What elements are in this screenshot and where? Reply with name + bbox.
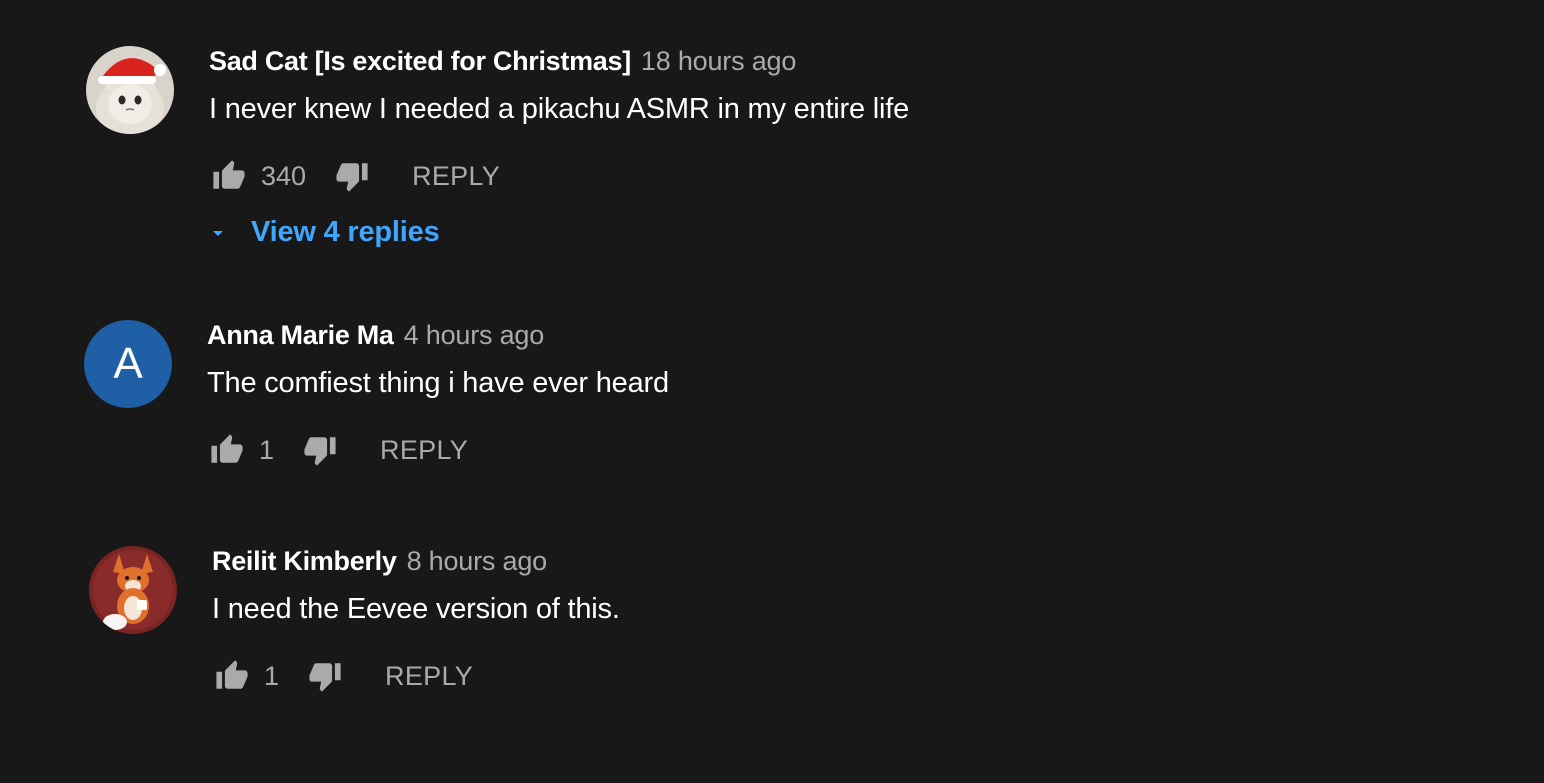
sad-cat-santa-hat-icon	[86, 46, 174, 134]
comment-text: I never knew I needed a pikachu ASMR in …	[209, 93, 910, 125]
comment-author[interactable]: Reilit Kimberly	[212, 546, 397, 577]
comment-author[interactable]: Anna Marie Ma	[207, 320, 394, 351]
like-button[interactable]	[212, 656, 252, 696]
comment-actions: 1 REPLY	[212, 656, 620, 696]
reply-button[interactable]: REPLY	[385, 661, 473, 692]
like-button[interactable]	[209, 156, 249, 196]
thumbs-up-icon	[213, 160, 245, 189]
dislike-button[interactable]	[305, 656, 345, 696]
avatar[interactable]	[86, 46, 174, 134]
thumbs-down-icon	[336, 163, 368, 192]
like-count: 1	[259, 434, 275, 465]
like-count: 1	[264, 660, 280, 691]
thumbs-down-icon	[309, 663, 341, 692]
comment-timestamp[interactable]: 4 hours ago	[404, 320, 545, 351]
avatar[interactable]: A	[84, 320, 172, 408]
comment-actions: 340 REPLY	[209, 156, 909, 196]
comment-text: I need the Eevee version of this.	[212, 593, 620, 625]
comment-timestamp[interactable]: 8 hours ago	[407, 546, 548, 577]
comment-actions: 1 REPLY	[207, 430, 669, 470]
fox-icon	[89, 546, 177, 634]
thumbs-up-icon	[216, 660, 248, 689]
like-count: 340	[261, 160, 307, 191]
reply-button[interactable]: REPLY	[412, 161, 500, 192]
thumbs-down-icon	[304, 437, 336, 466]
avatar-letter: A	[113, 339, 143, 388]
avatar[interactable]	[89, 546, 177, 634]
like-button[interactable]	[207, 430, 247, 470]
comment-text: The comfiest thing i have ever heard	[207, 367, 669, 399]
view-replies-button[interactable]: View 4 replies	[203, 216, 909, 249]
view-replies-label: View 4 replies	[251, 216, 440, 248]
comments-section: Sad Cat [Is excited for Christmas] 18 ho…	[0, 0, 1544, 783]
dislike-button[interactable]	[300, 430, 340, 470]
comment-author[interactable]: Sad Cat [Is excited for Christmas]	[209, 46, 631, 77]
caret-down-icon	[203, 218, 233, 248]
comment-timestamp[interactable]: 18 hours ago	[641, 46, 796, 77]
reply-button[interactable]: REPLY	[380, 435, 468, 466]
thumbs-up-icon	[211, 434, 243, 463]
dislike-button[interactable]	[332, 156, 372, 196]
